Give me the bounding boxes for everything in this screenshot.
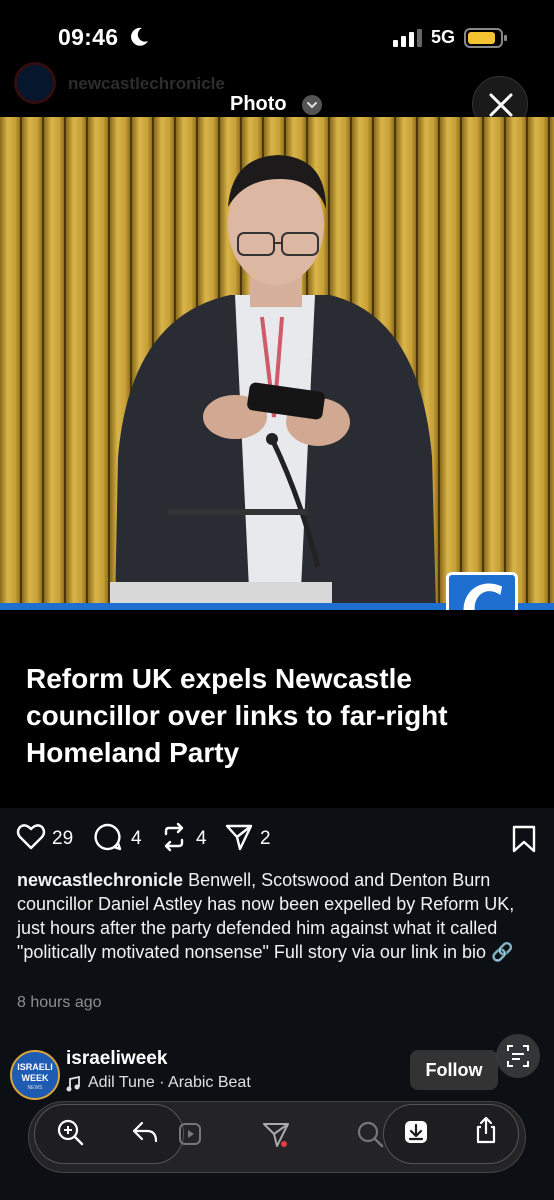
like-count: 29 bbox=[52, 828, 74, 849]
battery-icon bbox=[464, 28, 507, 48]
avatar-line: WEEK bbox=[21, 1073, 49, 1083]
reels-icon[interactable] bbox=[178, 1120, 206, 1148]
share-count: 2 bbox=[260, 828, 271, 849]
scan-icon[interactable] bbox=[496, 1034, 540, 1078]
post-photo[interactable] bbox=[0, 117, 554, 610]
follow-button[interactable]: Follow bbox=[410, 1050, 498, 1090]
zoom-in-icon[interactable] bbox=[56, 1118, 84, 1146]
cellular-signal-icon bbox=[393, 29, 422, 47]
avatar-line: ISRAELI bbox=[17, 1062, 53, 1072]
avatar bbox=[14, 62, 56, 104]
status-bar: 09:46 5G bbox=[0, 0, 554, 70]
next-post-handle[interactable]: israeliweek bbox=[66, 1048, 167, 1070]
post-actions: 29 4 4 2 bbox=[0, 822, 554, 856]
send-icon bbox=[225, 824, 253, 851]
repost-button[interactable]: 4 bbox=[159, 822, 217, 854]
status-time: 09:46 bbox=[58, 24, 119, 50]
chevron-down-icon[interactable] bbox=[302, 95, 322, 115]
repost-count: 4 bbox=[196, 828, 207, 849]
post-timestamp: 8 hours ago bbox=[17, 994, 102, 1011]
moon-icon bbox=[131, 27, 148, 46]
reply-icon[interactable] bbox=[131, 1118, 159, 1146]
comment-icon bbox=[94, 823, 122, 851]
share-icon[interactable] bbox=[472, 1116, 500, 1144]
audio-label[interactable]: Adil Tune · Arabic Beat bbox=[88, 1074, 251, 1092]
photo-image bbox=[0, 117, 554, 610]
search-icon[interactable] bbox=[356, 1120, 384, 1148]
repost-icon bbox=[164, 822, 184, 852]
comment-button[interactable]: 4 bbox=[93, 822, 151, 854]
like-button[interactable]: 29 bbox=[16, 822, 80, 854]
network-label: 5G bbox=[431, 27, 456, 47]
headline-area: Reform UK expels Newcastle councillor ov… bbox=[0, 610, 554, 808]
comment-count: 4 bbox=[131, 828, 142, 849]
heart-icon bbox=[16, 824, 46, 850]
post-caption: newcastlechronicle Benwell, Scotswood an… bbox=[17, 868, 537, 964]
avatar-line: NEWS bbox=[27, 1085, 43, 1091]
bookmark-icon[interactable] bbox=[512, 825, 536, 853]
photo-title[interactable]: Photo bbox=[230, 93, 287, 116]
avatar[interactable]: ISRAELI WEEK NEWS bbox=[10, 1050, 60, 1100]
headline: Reform UK expels Newcastle councillor ov… bbox=[26, 663, 448, 768]
background-handle: newcastlechronicle bbox=[68, 74, 225, 93]
share-button[interactable]: 2 bbox=[224, 822, 280, 854]
next-post-header: ISRAELI WEEK NEWS israeliweek Adil Tune … bbox=[0, 1040, 554, 1100]
download-icon[interactable] bbox=[402, 1118, 430, 1146]
caption-handle[interactable]: newcastlechronicle bbox=[17, 870, 183, 890]
music-note-icon bbox=[66, 1076, 80, 1092]
send-icon[interactable] bbox=[262, 1120, 290, 1148]
